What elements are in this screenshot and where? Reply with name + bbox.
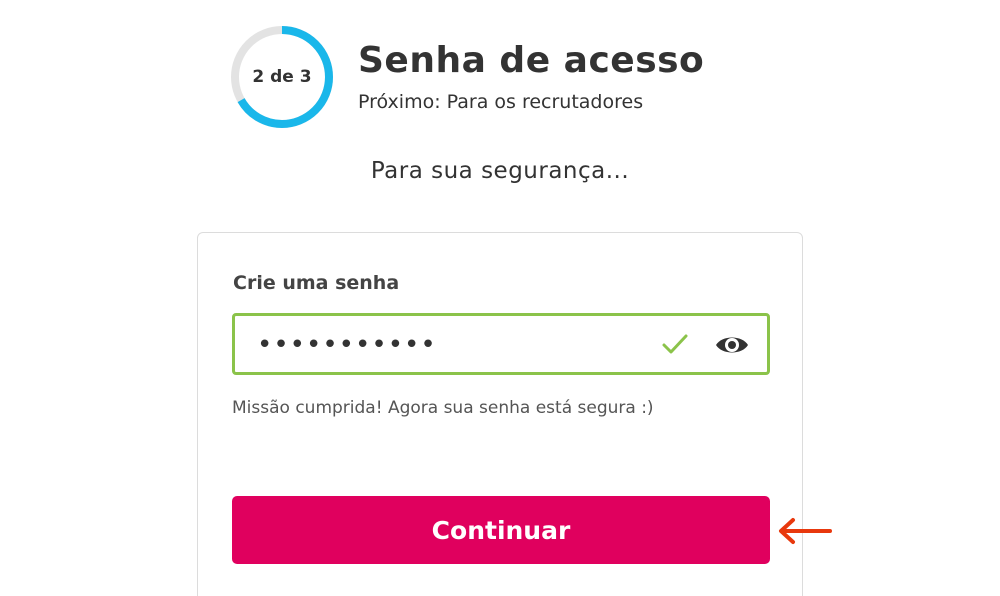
check-icon [662, 334, 688, 354]
security-heading: Para sua segurança... [370, 158, 630, 184]
page-title: Senha de acesso [358, 40, 705, 81]
next-step-label: Próximo: Para os recrutadores [358, 91, 644, 113]
password-setup-page: 2 de 3 Senha de acesso Próximo: Para os … [0, 0, 1000, 596]
password-success-message: Missão cumprida! Agora sua senha está se… [232, 398, 654, 418]
left-arrow-icon [779, 518, 832, 544]
password-input[interactable] [257, 330, 637, 360]
eye-icon [716, 337, 748, 353]
continue-button[interactable]: Continuar [232, 496, 770, 564]
progress-step-label: 2 de 3 [252, 67, 312, 87]
toggle-password-visibility-button[interactable] [713, 329, 751, 361]
password-field [232, 313, 770, 375]
password-label: Crie uma senha [233, 272, 400, 294]
